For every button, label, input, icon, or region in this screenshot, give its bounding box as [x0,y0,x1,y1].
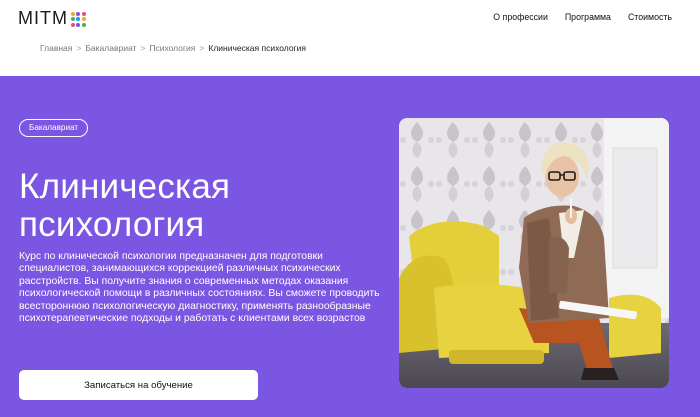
breadcrumb-separator: > [140,43,146,53]
logo[interactable]: MITM [18,8,86,29]
hero-section: Бакалавриат Клиническая психология Курс … [0,76,700,417]
logo-dot [81,11,86,16]
top-nav: О профессии Программа Стоимость [493,12,672,22]
psychologist-photo [399,118,669,388]
logo-dot [70,22,75,27]
logo-dot [76,17,81,21]
nav-link-about[interactable]: О профессии [493,12,548,22]
logo-dots-icon [70,11,86,27]
logo-dot [70,17,75,21]
breadcrumb-current: Клиническая психология [208,43,307,53]
breadcrumb-item-psychology[interactable]: Психология [149,43,195,53]
logo-text: MITM [18,8,68,28]
breadcrumb-item-home[interactable]: Главная [40,43,72,53]
nav-link-program[interactable]: Программа [565,12,611,22]
breadcrumb-separator: > [199,43,205,53]
page-title: Клиническая психология [19,168,359,244]
logo-dot [76,11,81,16]
title-line-2: психология [19,205,205,244]
enroll-button[interactable]: Записаться на обучение [19,370,258,400]
title-line-1: Клиническая [19,167,231,206]
nav-link-price[interactable]: Стоимость [628,12,672,22]
program-level-badge[interactable]: Бакалавриат [19,119,89,137]
logo-dot [81,22,86,27]
logo-dot [70,11,75,16]
breadcrumb-item-bachelor[interactable]: Бакалавриат [85,43,136,53]
breadcrumb: Главная > Бакалавриат > Психология > Кли… [40,43,306,53]
course-description: Курс по клинической психологии предназна… [19,251,380,325]
logo-dot [76,22,81,27]
breadcrumb-separator: > [76,43,82,53]
site-header: MITM О профессии Программа Стоимость [0,0,700,34]
logo-dot [81,17,86,21]
